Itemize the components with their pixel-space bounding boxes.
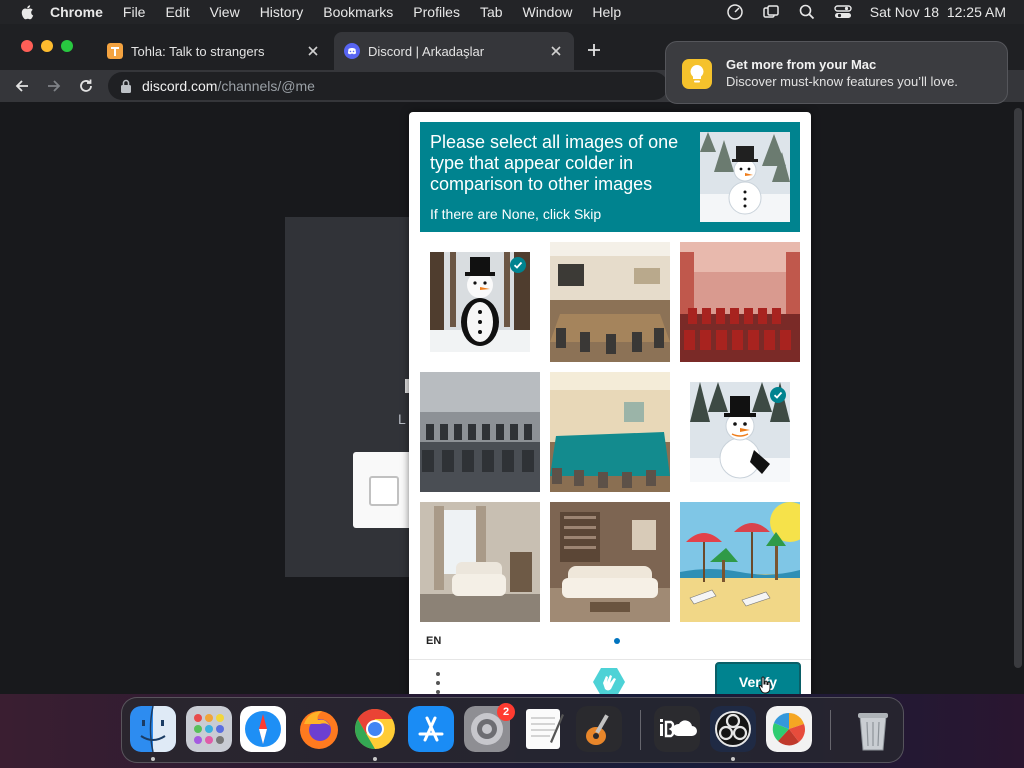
tab-label: Tohla: Talk to strangers — [131, 43, 265, 59]
finder-icon[interactable] — [130, 706, 176, 752]
menu-tab[interactable]: Tab — [480, 4, 503, 20]
tab-discord[interactable]: Discord | Arkadaşlar — [334, 32, 574, 70]
menu-window[interactable]: Window — [523, 4, 573, 20]
hcaptcha-challenge: Please select all images of one type tha… — [409, 112, 811, 702]
spotlight-search-icon[interactable] — [798, 3, 816, 21]
window-overlap-icon[interactable] — [762, 3, 780, 21]
screen: Chrome File Edit View History Bookmarks … — [0, 0, 1024, 768]
color-picker-icon[interactable] — [766, 706, 812, 752]
tab-label: Discord | Arkadaşlar — [368, 43, 485, 59]
window-minimize-button[interactable] — [41, 40, 53, 52]
address-bar[interactable]: discord.com/channels/@me — [108, 72, 668, 100]
menu-profiles[interactable]: Profiles — [413, 4, 460, 20]
tile-image-conference-room — [550, 242, 670, 362]
obs-running-indicator — [731, 757, 735, 761]
notification-body: Discover must-know features you’ll love. — [726, 74, 958, 89]
challenge-tile-1[interactable] — [420, 242, 540, 362]
hcaptcha-checkbox[interactable] — [369, 476, 399, 506]
window-close-button[interactable] — [21, 40, 33, 52]
close-tab-icon[interactable] — [305, 43, 321, 59]
challenge-tile-4[interactable] — [420, 372, 540, 492]
menu-help[interactable]: Help — [592, 4, 621, 20]
macos-notification[interactable]: Get more from your Mac Discover must-kno… — [665, 41, 1008, 104]
close-tab-icon[interactable] — [548, 43, 564, 59]
obs-icon[interactable] — [710, 706, 756, 752]
menu-file[interactable]: File — [123, 4, 146, 20]
back-arrow-icon[interactable] — [13, 77, 31, 95]
tips-app-icon — [682, 59, 712, 89]
challenge-tile-8[interactable] — [550, 502, 670, 622]
challenge-page-indicator — [614, 638, 620, 644]
tile-image-teal-meeting-room — [550, 372, 670, 492]
selected-check-icon — [510, 257, 526, 273]
challenge-tile-5[interactable] — [550, 372, 670, 492]
challenge-tile-2[interactable] — [550, 242, 670, 362]
tab-tohla[interactable]: Tohla: Talk to strangers — [97, 32, 331, 70]
challenge-tile-6[interactable] — [680, 372, 800, 492]
textedit-icon[interactable] — [520, 706, 566, 752]
url-path: /channels/@me — [217, 78, 315, 94]
firefox-icon[interactable] — [296, 706, 342, 752]
page-scrollbar[interactable] — [1014, 108, 1022, 668]
prompt-text: Please select all images of one type tha… — [430, 132, 679, 194]
dock: 2 — [121, 697, 904, 763]
prompt-hint: If there are None, click Skip — [430, 206, 602, 222]
finder-running-indicator — [151, 757, 155, 761]
url-host: discord.com — [142, 78, 218, 94]
screen-time-icon[interactable] — [726, 3, 744, 21]
garageband-icon[interactable] — [576, 706, 622, 752]
menu-bar: Chrome File Edit View History Bookmarks … — [0, 0, 1024, 24]
hcaptcha-logo-icon[interactable] — [592, 667, 626, 697]
menu-bar-extras: Sat Nov 18 12:25 AM — [726, 0, 1006, 24]
trash-icon[interactable] — [850, 706, 896, 752]
tile-image-armchair-living-room — [420, 502, 540, 622]
tile-image-red-chairs-hall — [680, 242, 800, 362]
forward-arrow-icon[interactable] — [45, 77, 63, 95]
more-options-icon[interactable] — [433, 670, 443, 696]
menu-view[interactable]: View — [210, 4, 240, 20]
tohla-favicon-icon — [107, 43, 123, 59]
language-selector[interactable]: EN — [426, 635, 441, 647]
hcaptcha-checkbox-widget[interactable] — [353, 452, 415, 528]
menu-bookmarks[interactable]: Bookmarks — [323, 4, 393, 20]
launchpad-icon[interactable] — [186, 706, 232, 752]
challenge-tile-3[interactable] — [680, 242, 800, 362]
challenge-prompt: Please select all images of one type tha… — [420, 122, 800, 232]
challenge-tile-9[interactable] — [680, 502, 800, 622]
menu-bar-clock[interactable]: Sat Nov 18 12:25 AM — [870, 4, 1006, 20]
menu-edit[interactable]: Edit — [165, 4, 189, 20]
modal-subtitle-fragment: L — [398, 411, 406, 427]
tile-image-chairs-rows — [420, 372, 540, 492]
dock-separator — [830, 710, 831, 750]
challenge-tile-7[interactable] — [420, 502, 540, 622]
chrome-running-indicator — [373, 757, 377, 761]
new-tab-plus-icon[interactable] — [585, 41, 603, 59]
selected-check-icon — [770, 387, 786, 403]
reload-icon[interactable] — [77, 77, 95, 95]
notification-title: Get more from your Mac — [726, 57, 877, 72]
app-store-icon[interactable] — [408, 706, 454, 752]
safari-icon[interactable] — [240, 706, 286, 752]
apple-logo-icon[interactable] — [20, 4, 36, 20]
footer-divider — [409, 659, 811, 660]
discord-favicon-icon — [344, 43, 360, 59]
menu-app-name[interactable]: Chrome — [50, 4, 103, 20]
dock-separator — [640, 710, 641, 750]
tile-image-beach-umbrellas — [680, 502, 800, 622]
lock-icon[interactable] — [120, 79, 132, 93]
tile-image-sofa-living-room — [550, 502, 670, 622]
hand-pointer-cursor-icon — [758, 676, 771, 694]
iboysoft-icon[interactable] — [654, 706, 700, 752]
settings-notification-badge: 2 — [497, 703, 515, 721]
control-center-icon[interactable] — [834, 3, 852, 21]
window-zoom-button[interactable] — [61, 40, 73, 52]
snowman-example-image — [700, 132, 790, 222]
chrome-icon[interactable] — [352, 706, 398, 752]
menu-history[interactable]: History — [260, 4, 304, 20]
